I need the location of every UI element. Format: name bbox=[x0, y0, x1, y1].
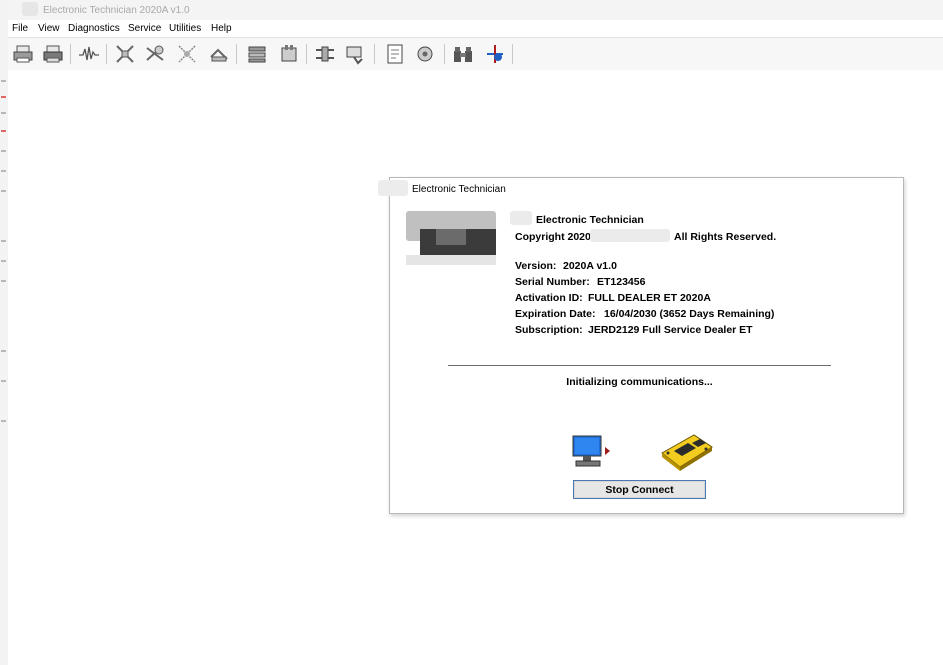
stop-connect-button[interactable]: Stop Connect bbox=[573, 480, 706, 499]
menu-service[interactable]: Service bbox=[128, 23, 161, 34]
dialog-app-icon bbox=[378, 180, 408, 196]
calibration-icon[interactable] bbox=[144, 43, 166, 65]
toolbar-separator bbox=[236, 44, 237, 64]
serial-value: ET123456 bbox=[597, 276, 646, 288]
copyright-suffix: All Rights Reserved. bbox=[674, 231, 777, 243]
subscription-value: JERD2129 Full Service Dealer ET bbox=[588, 324, 753, 336]
window-title: Electronic Technician 2020A v1.0 bbox=[43, 5, 190, 16]
configuration-icon[interactable] bbox=[278, 43, 300, 65]
ecm-module-icon bbox=[658, 431, 714, 471]
clear-events-icon[interactable] bbox=[208, 43, 230, 65]
toolbar bbox=[8, 37, 943, 71]
menu-diagnostics[interactable]: Diagnostics bbox=[68, 23, 120, 34]
menu-file[interactable]: File bbox=[12, 23, 28, 34]
binoculars-icon[interactable] bbox=[452, 43, 474, 65]
toolbar-separator bbox=[306, 44, 307, 64]
menu-utilities[interactable]: Utilities bbox=[169, 23, 201, 34]
toolbar-separator bbox=[70, 44, 71, 64]
service-procedure-icon[interactable] bbox=[176, 43, 198, 65]
menu-bar: File View Diagnostics Service Utilities … bbox=[8, 20, 943, 37]
dialog-title: Electronic Technician bbox=[412, 184, 506, 195]
settings-icon[interactable] bbox=[414, 43, 436, 65]
app-icon bbox=[22, 2, 38, 16]
menu-view[interactable]: View bbox=[38, 23, 60, 34]
activation-value: FULL DEALER ET 2020A bbox=[588, 292, 711, 304]
product-name: Electronic Technician bbox=[536, 214, 644, 226]
diagnostic-tests-icon[interactable] bbox=[114, 43, 136, 65]
status-message: Initializing communications... bbox=[566, 376, 713, 388]
dialog-title-bar: Electronic Technician bbox=[378, 178, 903, 198]
report-icon[interactable] bbox=[384, 43, 406, 65]
connect-icon[interactable] bbox=[484, 43, 506, 65]
version-value: 2020A v1.0 bbox=[563, 260, 617, 272]
activation-label: Activation ID: bbox=[515, 292, 583, 304]
print-preview-icon[interactable] bbox=[42, 43, 64, 65]
toolbar-separator bbox=[374, 44, 375, 64]
company-logo bbox=[406, 211, 496, 265]
print-icon[interactable] bbox=[12, 43, 34, 65]
toolbar-separator bbox=[444, 44, 445, 64]
connect-dialog: Electronic Technician Electronic Technic… bbox=[378, 177, 904, 514]
expiration-value: 16/04/2030 (3652 Days Remaining) bbox=[604, 308, 775, 320]
version-label: Version: bbox=[515, 260, 557, 272]
copyright-prefix: Copyright 2020 bbox=[515, 231, 591, 243]
brand-mark bbox=[510, 211, 532, 225]
subscription-label: Subscription: bbox=[515, 324, 583, 336]
copyright-holder bbox=[590, 229, 670, 242]
ecm-summary-icon[interactable] bbox=[344, 43, 366, 65]
toolbar-separator bbox=[512, 44, 513, 64]
title-bar: Electronic Technician 2020A v1.0 bbox=[8, 0, 943, 20]
serial-label: Serial Number: bbox=[515, 276, 590, 288]
data-link-icon[interactable] bbox=[314, 43, 336, 65]
status-groups-icon[interactable] bbox=[246, 43, 268, 65]
computer-icon bbox=[572, 435, 612, 469]
divider bbox=[448, 365, 831, 366]
menu-help[interactable]: Help bbox=[211, 23, 232, 34]
waveform-icon[interactable] bbox=[78, 43, 100, 65]
expiration-label: Expiration Date: bbox=[515, 308, 596, 320]
toolbar-separator bbox=[106, 44, 107, 64]
